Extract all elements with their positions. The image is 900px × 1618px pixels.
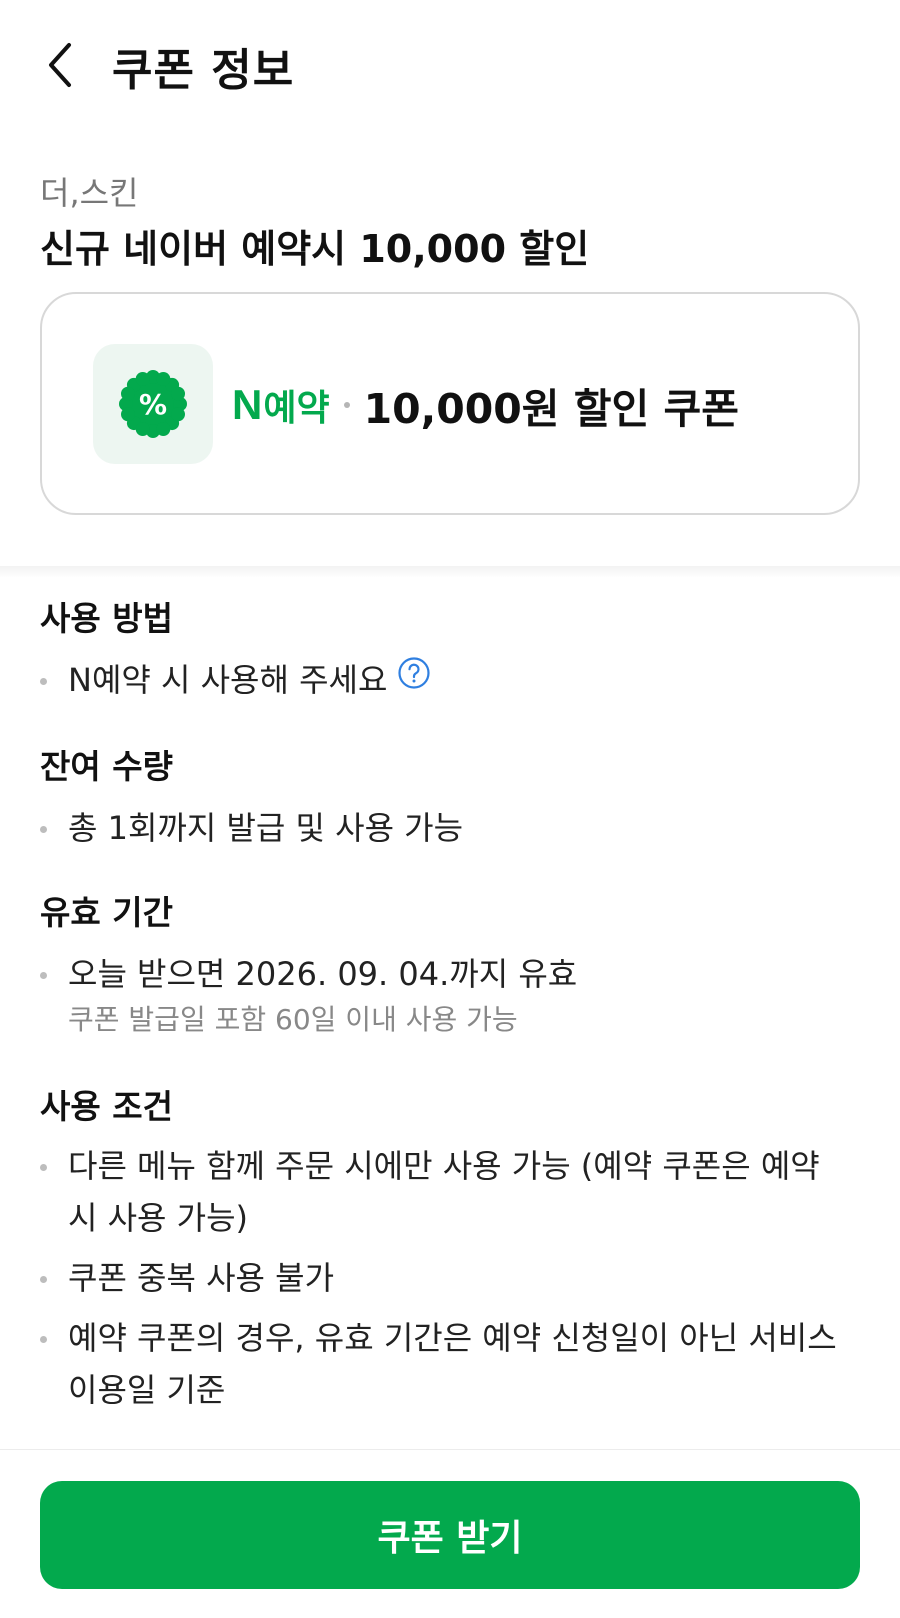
logo-reservation-text: 예약 bbox=[263, 388, 330, 429]
discount-badge-icon: % bbox=[119, 370, 187, 438]
coupon-icon-box: % bbox=[93, 344, 213, 464]
list-item: N예약 시 사용해 주세요 bbox=[40, 654, 870, 706]
list-item: 다른 메뉴 함께 주문 시에만 사용 가능 (예약 쿠폰은 예약 시 사용 가능… bbox=[40, 1140, 870, 1244]
conditions-title: 사용 조건 bbox=[40, 1087, 173, 1126]
bottom-bar: 쿠폰 받기 bbox=[0, 1449, 900, 1618]
quantity-title: 잔여 수량 bbox=[40, 747, 173, 786]
usage-section: 사용 방법 N예약 시 사용해 주세요 bbox=[40, 592, 870, 706]
list-item: 총 1회까지 발급 및 사용 가능 bbox=[40, 802, 870, 854]
usage-item-text: N예약 시 사용해 주세요 bbox=[68, 661, 388, 699]
get-coupon-button[interactable]: 쿠폰 받기 bbox=[40, 1481, 860, 1589]
percent-symbol: % bbox=[139, 388, 167, 421]
page-title: 쿠폰 정보 bbox=[112, 45, 295, 96]
n-reservation-logo: N 예약 10,000원 할인 쿠폰 bbox=[232, 380, 739, 433]
validity-section: 유효 기간 오늘 받으면 2026. 09. 04.까지 유효 쿠폰 발급일 포… bbox=[40, 886, 870, 1040]
validity-note: 쿠폰 발급일 포함 60일 이내 사용 가능 bbox=[68, 1003, 518, 1036]
usage-title: 사용 방법 bbox=[40, 599, 173, 638]
chevron-left-icon bbox=[49, 43, 71, 87]
header: 쿠폰 정보 bbox=[0, 0, 900, 130]
back-button[interactable] bbox=[30, 30, 90, 100]
logo-n: N bbox=[232, 381, 262, 428]
coupon-title: 신규 네이버 예약시 10,000 할인 bbox=[40, 227, 590, 271]
quantity-section: 잔여 수량 총 1회까지 발급 및 사용 가능 bbox=[40, 740, 870, 854]
conditions-section: 사용 조건 다른 메뉴 함께 주문 시에만 사용 가능 (예약 쿠폰은 예약 시… bbox=[40, 1080, 870, 1416]
question-circle-icon bbox=[398, 657, 431, 689]
list-item: 오늘 받으면 2026. 09. 04.까지 유효 bbox=[40, 948, 870, 1000]
section-divider bbox=[0, 566, 900, 578]
separator-dot bbox=[343, 402, 350, 408]
validity-title: 유효 기간 bbox=[40, 893, 173, 932]
coupon-card: % N 예약 10,000원 할인 쿠폰 bbox=[40, 292, 860, 515]
list-item: 예약 쿠폰의 경우, 유효 기간은 예약 신청일이 아닌 서비스 이용일 기준 bbox=[40, 1312, 870, 1416]
store-name: 더,스킨 bbox=[40, 174, 139, 212]
help-button[interactable] bbox=[397, 653, 431, 705]
list-item: 쿠폰 중복 사용 불가 bbox=[40, 1252, 870, 1304]
coupon-card-label: 10,000원 할인 쿠폰 bbox=[363, 385, 739, 433]
